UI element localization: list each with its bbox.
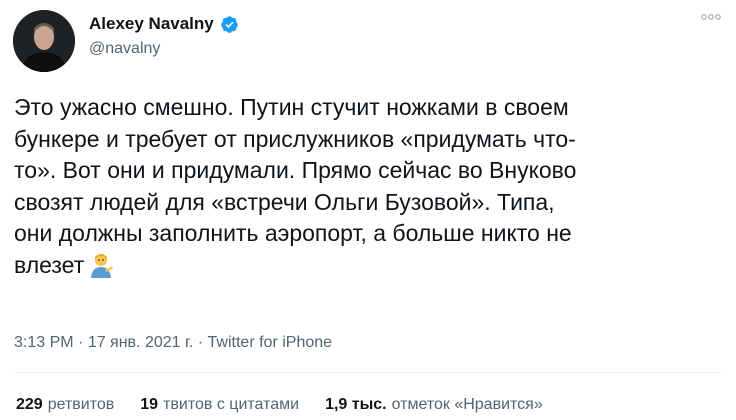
avatar[interactable] [13,10,75,72]
tweet-line: влезет [14,251,85,278]
tweet-source-link[interactable]: Twitter for iPhone [208,334,333,351]
tweet-time: 3:13 PM [14,334,74,351]
tweet-line-last: влезет [14,250,724,282]
tweet-stats: 229 ретвитов 19 твитов с цитатами 1,9 тыс.… [16,396,543,414]
avatar-image [13,10,75,72]
quote-tweets-label: твитов с цитатами [163,396,300,413]
divider [14,372,722,373]
tweet-line: они должны заполнить аэропорт, а больше … [14,220,572,246]
retweets-label: ретвитов [47,396,115,413]
man-tipping-hand-icon [91,253,114,278]
retweets-stat[interactable]: 229 ретвитов [16,396,114,414]
tweet-line: Это ужасно смешно. Путин стучит ножками … [14,94,569,120]
meta-separator: · [193,334,208,351]
meta-separator: · [73,334,88,351]
likes-count: 1,9 тыс. [325,396,387,413]
tweet-line: свозят людей для «встречи Ольги Бузовой»… [14,188,555,215]
likes-label: отметок «Нравится» [391,396,543,413]
tweet-time-link[interactable]: 3:13 PM · 17 янв. 2021 г. [14,334,193,351]
tweet-meta: 3:13 PM · 17 янв. 2021 г. · Twitter for … [14,334,332,352]
likes-stat[interactable]: 1,9 тыс. отметок «Нравится» [325,396,543,414]
tweet-line: бункере и требует от прислужников «приду… [14,125,576,152]
author-name[interactable]: Alexey Navalny [89,14,214,34]
tweet-line: то». Вот они и придумали. Прямо сейчас в… [14,157,577,183]
author-handle[interactable]: @navalny [89,40,160,58]
quote-tweets-count: 19 [140,396,159,413]
tweet-text: Это ужасно смешно. Путин стучит ножками … [14,92,724,281]
quote-tweets-stat[interactable]: 19 твитов с цитатами [140,396,299,414]
retweets-count: 229 [16,396,43,413]
verified-badge-icon [220,15,238,33]
more-dots-icon[interactable] [700,10,722,24]
tweet-date: 17 янв. 2021 г. [87,334,194,351]
